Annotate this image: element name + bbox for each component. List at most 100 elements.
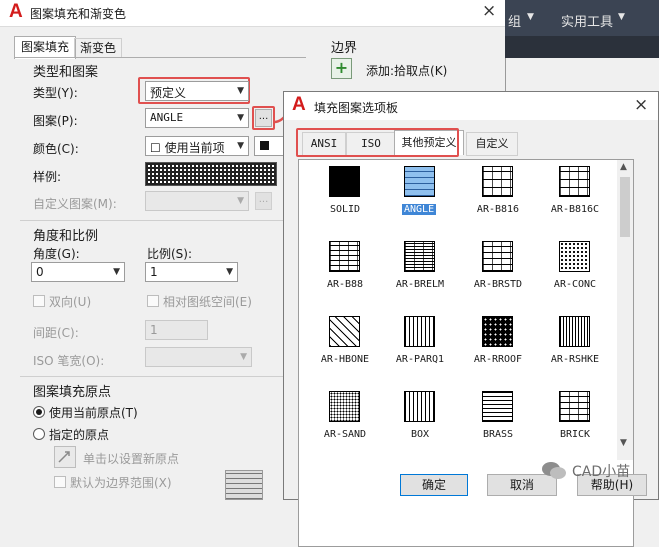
type-select[interactable]: 预定义 ▼: [145, 81, 249, 101]
spacing-label: 间距(C):: [33, 326, 79, 340]
pattern-swatch-ar-b88[interactable]: [329, 241, 360, 272]
separator: [20, 220, 305, 221]
iso-pen-select[interactable]: ▼: [145, 347, 252, 367]
pattern-label-ar-hbone[interactable]: AR-HBONE: [310, 354, 380, 365]
chevron-down-icon: ▼: [237, 86, 244, 96]
swatch-label: 样例:: [33, 170, 62, 184]
tab-underline: [14, 57, 306, 58]
pattern-label-angle[interactable]: ANGLE: [402, 204, 437, 215]
pattern-swatch-ar-parq1[interactable]: [404, 316, 435, 347]
background-color-select[interactable]: [254, 136, 284, 156]
pattern-swatch-angle[interactable]: [404, 166, 435, 197]
scrollbar[interactable]: ▲ ▼: [617, 160, 633, 460]
pattern-swatch-ar-rroof[interactable]: [482, 316, 513, 347]
palette-close-button[interactable]: ×: [634, 95, 648, 115]
pattern-swatch-brick[interactable]: [559, 391, 590, 422]
chevron-down-icon: ▼: [113, 267, 120, 277]
custom-browse-button[interactable]: ...: [255, 192, 272, 210]
tab-hatch[interactable]: 图案填充: [14, 36, 76, 59]
specified-origin-radio[interactable]: [33, 428, 45, 440]
boundary-heading: 边界: [331, 41, 358, 56]
use-current-origin-label: 使用当前原点(T): [49, 406, 138, 420]
relative-paper-label: 相对图纸空间(E): [163, 295, 252, 309]
pattern-label-brass[interactable]: BRASS: [463, 429, 533, 440]
ribbon-bar: 组 ▼ 实用工具 ▼: [505, 0, 659, 36]
type-pattern-heading: 类型和图案: [33, 65, 99, 80]
ok-button[interactable]: 确定: [400, 474, 468, 496]
pattern-swatch-preview[interactable]: [145, 162, 277, 186]
palette-title: 填充图案选项板: [314, 101, 399, 115]
scale-label: 比例(S):: [147, 247, 193, 261]
color-swatch-icon: [260, 141, 269, 150]
watermark-text: CAD小苗: [572, 464, 631, 480]
custom-pattern-select[interactable]: ▼: [145, 191, 249, 211]
use-current-origin-radio[interactable]: [33, 406, 45, 418]
double-checkbox[interactable]: [33, 295, 45, 307]
ribbon-utilities-label[interactable]: 实用工具: [561, 11, 613, 30]
color-select[interactable]: ☐ 使用当前项 ▼: [145, 136, 249, 156]
pattern-select[interactable]: ANGLE ▼: [145, 108, 249, 128]
pattern-label-brick[interactable]: BRICK: [540, 429, 610, 440]
pattern-label-ar-b816c[interactable]: AR-B816C: [540, 204, 610, 215]
pattern-label-ar-b88[interactable]: AR-B88: [310, 279, 380, 290]
chevron-down-icon: ▼: [226, 267, 233, 277]
scroll-down-icon[interactable]: ▼: [620, 438, 627, 448]
tabs-highlight: [296, 128, 459, 157]
pattern-swatch-ar-hbone[interactable]: [329, 316, 360, 347]
pattern-swatch-brass[interactable]: [482, 391, 513, 422]
pattern-label-ar-rshke[interactable]: AR-RSHKE: [540, 354, 610, 365]
pattern-label-solid[interactable]: SOLID: [310, 204, 380, 215]
pattern-swatch-ar-brstd[interactable]: [482, 241, 513, 272]
watermark: CAD小苗: [540, 459, 656, 481]
wechat-icon: [542, 462, 566, 479]
chevron-down-icon: ▼: [527, 12, 534, 22]
set-origin-button[interactable]: [54, 446, 76, 468]
pattern-label-ar-brelm[interactable]: AR-BRELM: [385, 279, 455, 290]
pattern-swatch-solid[interactable]: [329, 166, 360, 197]
default-boundary-checkbox[interactable]: [54, 476, 66, 488]
pattern-label-box[interactable]: BOX: [385, 429, 455, 440]
angle-value: 0: [36, 265, 44, 279]
chevron-down-icon: ▼: [240, 352, 247, 362]
pattern-swatch-ar-sand[interactable]: [329, 391, 360, 422]
pattern-label-ar-rroof[interactable]: AR-RROOF: [463, 354, 533, 365]
scroll-up-icon[interactable]: ▲: [620, 162, 627, 172]
origin-heading: 图案填充原点: [33, 385, 112, 400]
pattern-label-ar-brstd[interactable]: AR-BRSTD: [463, 279, 533, 290]
pattern-swatch-ar-rshke[interactable]: [559, 316, 590, 347]
specified-origin-label: 指定的原点: [49, 428, 110, 442]
pattern-swatch-box[interactable]: [404, 391, 435, 422]
tab-custom[interactable]: 自定义: [466, 132, 518, 156]
custom-pattern-label: 自定义图案(M):: [33, 197, 117, 211]
pick-points-label[interactable]: 添加:拾取点(K): [366, 62, 447, 79]
angle-select[interactable]: 0 ▼: [31, 262, 125, 282]
pattern-swatch-ar-b816c[interactable]: [559, 166, 590, 197]
main-close-button[interactable]: ×: [482, 1, 496, 21]
color-select-value: ☐ 使用当前项: [150, 141, 225, 155]
pattern-label-ar-conc[interactable]: AR-CONC: [540, 279, 610, 290]
add-pick-point-icon[interactable]: +: [331, 58, 352, 79]
pattern-swatch-ar-b816[interactable]: [482, 166, 513, 197]
pattern-grid: SOLID ANGLE AR-B816 AR-B816C AR-B88 AR-BRELM A…: [299, 160, 619, 460]
pattern-label-ar-parq1[interactable]: AR-PARQ1: [385, 354, 455, 365]
scrollbar-thumb[interactable]: [620, 177, 630, 237]
separator: [20, 376, 305, 377]
pattern-swatch-ar-conc[interactable]: [559, 241, 590, 272]
ribbon-group-label[interactable]: 组: [508, 11, 521, 30]
pattern-swatch-ar-brelm[interactable]: [404, 241, 435, 272]
pattern-label-ar-sand[interactable]: AR-SAND: [310, 429, 380, 440]
crosshair-icon: [58, 451, 70, 463]
pattern-browse-button[interactable]: ...: [255, 109, 272, 127]
boundary-preview: [225, 470, 263, 500]
tab-gradient[interactable]: 渐变色: [74, 38, 122, 58]
ribbon-lower-bar: [505, 36, 659, 58]
relative-paper-checkbox[interactable]: [147, 295, 159, 307]
angle-scale-heading: 角度和比例: [33, 229, 99, 244]
type-select-value: 预定义: [150, 86, 187, 100]
spacing-input[interactable]: 1: [145, 320, 208, 340]
pattern-label-ar-b816[interactable]: AR-B816: [463, 204, 533, 215]
palette-title-bar: A 填充图案选项板 ×: [284, 92, 658, 120]
scale-value: 1: [150, 265, 158, 279]
scale-select[interactable]: 1 ▼: [145, 262, 238, 282]
iso-pen-label: ISO 笔宽(O):: [33, 354, 105, 368]
